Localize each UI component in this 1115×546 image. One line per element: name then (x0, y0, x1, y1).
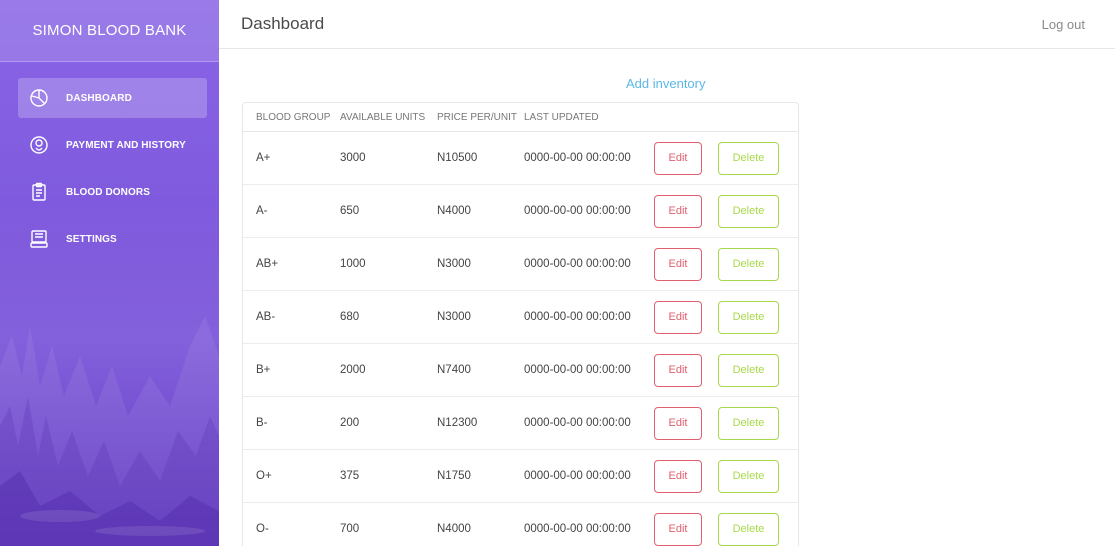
sidebar-item-settings[interactable]: SETTINGS (18, 219, 207, 259)
table-row: AB- 680 N3000 0000-00-00 00:00:00 Edit D… (243, 291, 798, 344)
inventory-table: BLOOD GROUP AVAILABLE UNITS PRICE PER/UN… (242, 102, 799, 546)
delete-button[interactable]: Delete (718, 353, 779, 387)
cell-blood-group: O- (256, 523, 269, 535)
monitor-icon (28, 228, 50, 250)
cell-available-units: 375 (340, 470, 360, 482)
sidebar-item-label: DASHBOARD (66, 92, 132, 104)
cell-last-updated: 0000-00-00 00:00:00 (524, 152, 631, 164)
cell-available-units: 650 (340, 205, 360, 217)
edit-button[interactable]: Edit (654, 300, 702, 334)
sidebar-item-payment-and-history[interactable]: PAYMENT AND HISTORY (18, 125, 207, 165)
table-row: A+ 3000 N10500 0000-00-00 00:00:00 Edit … (243, 132, 798, 185)
add-inventory-link[interactable]: Add inventory (626, 76, 706, 91)
delete-button[interactable]: Delete (718, 512, 779, 546)
cell-blood-group: B+ (256, 364, 271, 376)
edit-button[interactable]: Edit (654, 353, 702, 387)
sidebar-item-label: SETTINGS (66, 233, 117, 245)
edit-button[interactable]: Edit (654, 141, 702, 175)
cell-last-updated: 0000-00-00 00:00:00 (524, 205, 631, 217)
cell-price: N12300 (437, 417, 478, 429)
cell-blood-group: O+ (256, 470, 272, 482)
table-row: O+ 375 N1750 0000-00-00 00:00:00 Edit De… (243, 450, 798, 503)
cell-last-updated: 0000-00-00 00:00:00 (524, 523, 631, 535)
brand-title: SIMON BLOOD BANK (0, 0, 219, 62)
cell-last-updated: 0000-00-00 00:00:00 (524, 258, 631, 270)
cell-available-units: 700 (340, 523, 360, 535)
sidebar-item-label: BLOOD DONORS (66, 186, 150, 198)
cell-price: N4000 (437, 523, 471, 535)
app-root: SIMON BLOOD BANK DASHBOARD PAYMENT AND H… (0, 0, 1115, 546)
sidebar-item-label: PAYMENT AND HISTORY (66, 139, 186, 151)
column-header-last-updated: LAST UPDATED (524, 111, 599, 123)
page-title: Dashboard (241, 14, 325, 33)
pie-chart-icon (28, 87, 50, 109)
cell-price: N10500 (437, 152, 478, 164)
cell-price: N4000 (437, 205, 471, 217)
cell-last-updated: 0000-00-00 00:00:00 (524, 364, 631, 376)
cell-price: N7400 (437, 364, 471, 376)
edit-button[interactable]: Edit (654, 406, 702, 440)
edit-button[interactable]: Edit (654, 512, 702, 546)
table-row: AB+ 1000 N3000 0000-00-00 00:00:00 Edit … (243, 238, 798, 291)
cell-available-units: 1000 (340, 258, 366, 270)
edit-button[interactable]: Edit (654, 459, 702, 493)
sidebar-item-blood-donors[interactable]: BLOOD DONORS (18, 172, 207, 212)
sidebar: SIMON BLOOD BANK DASHBOARD PAYMENT AND H… (0, 0, 219, 546)
table-row: B- 200 N12300 0000-00-00 00:00:00 Edit D… (243, 397, 798, 450)
delete-button[interactable]: Delete (718, 300, 779, 334)
cell-last-updated: 0000-00-00 00:00:00 (524, 311, 631, 323)
table-header: BLOOD GROUP AVAILABLE UNITS PRICE PER/UN… (243, 103, 798, 132)
cell-last-updated: 0000-00-00 00:00:00 (524, 417, 631, 429)
edit-button[interactable]: Edit (654, 247, 702, 281)
cell-blood-group: AB+ (256, 258, 279, 270)
top-header: Dashboard Log out (219, 0, 1115, 49)
table-row: A- 650 N4000 0000-00-00 00:00:00 Edit De… (243, 185, 798, 238)
column-header-available-units: AVAILABLE UNITS (340, 111, 426, 123)
delete-button[interactable]: Delete (718, 406, 779, 440)
cell-available-units: 680 (340, 311, 360, 323)
cell-blood-group: AB- (256, 311, 276, 323)
logout-link[interactable]: Log out (1042, 17, 1085, 32)
edit-button[interactable]: Edit (654, 194, 702, 228)
cell-last-updated: 0000-00-00 00:00:00 (524, 470, 631, 482)
delete-button[interactable]: Delete (718, 141, 779, 175)
delete-button[interactable]: Delete (718, 459, 779, 493)
cell-price: N3000 (437, 258, 471, 270)
column-header-price-per-unit: PRICE PER/UNIT (437, 111, 518, 123)
sidebar-nav: DASHBOARD PAYMENT AND HISTORY BLOOD DONO… (18, 78, 207, 266)
table-row: O- 700 N4000 0000-00-00 00:00:00 Edit De… (243, 503, 798, 546)
column-header-blood-group: BLOOD GROUP (256, 111, 331, 123)
person-circle-icon (28, 134, 50, 156)
cell-blood-group: A+ (256, 152, 271, 164)
cell-blood-group: A- (256, 205, 268, 217)
cell-available-units: 200 (340, 417, 360, 429)
cell-available-units: 3000 (340, 152, 366, 164)
cell-blood-group: B- (256, 417, 268, 429)
delete-button[interactable]: Delete (718, 247, 779, 281)
table-row: B+ 2000 N7400 0000-00-00 00:00:00 Edit D… (243, 344, 798, 397)
clipboard-icon (28, 181, 50, 203)
delete-button[interactable]: Delete (718, 194, 779, 228)
cell-available-units: 2000 (340, 364, 366, 376)
cell-price: N3000 (437, 311, 471, 323)
sidebar-item-dashboard[interactable]: DASHBOARD (18, 78, 207, 118)
cell-price: N1750 (437, 470, 471, 482)
